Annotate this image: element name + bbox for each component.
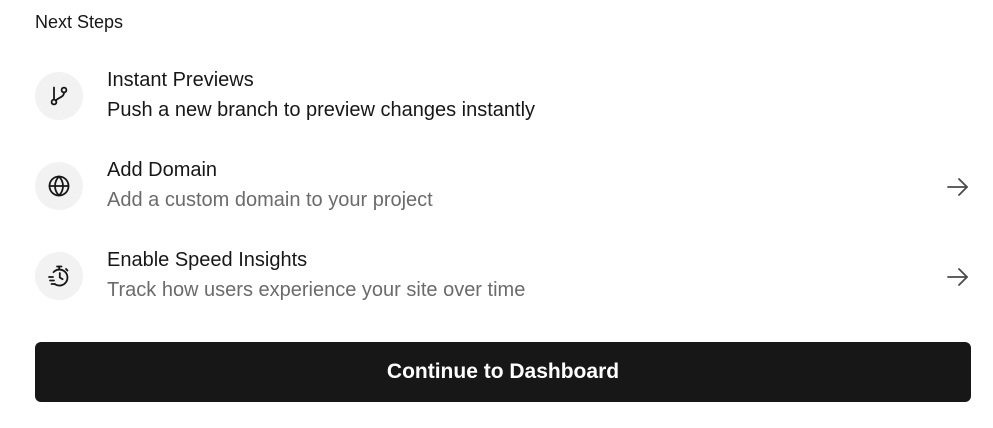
step-instant-previews: Instant Previews Push a new branch to pr… xyxy=(35,66,971,128)
step-add-domain[interactable]: Add Domain Add a custom domain to your p… xyxy=(35,156,971,218)
step-description: Push a new branch to preview changes ins… xyxy=(107,99,536,121)
continue-to-dashboard-button[interactable]: Continue to Dashboard xyxy=(35,342,971,402)
arrow-right-icon[interactable] xyxy=(945,264,971,290)
arrow-right-icon[interactable] xyxy=(945,174,971,200)
globe-icon xyxy=(35,162,83,210)
next-steps-heading: Next Steps xyxy=(35,12,124,32)
step-title: Enable Speed Insights xyxy=(107,249,308,271)
step-description: Track how users experience your site ove… xyxy=(107,279,526,301)
step-enable-speed-insights[interactable]: Enable Speed Insights Track how users ex… xyxy=(35,246,971,308)
git-branch-icon xyxy=(35,72,83,120)
step-title: Add Domain xyxy=(107,159,218,181)
step-title: Instant Previews xyxy=(107,69,254,91)
step-description: Add a custom domain to your project xyxy=(107,189,433,211)
stopwatch-speed-icon xyxy=(35,252,83,300)
